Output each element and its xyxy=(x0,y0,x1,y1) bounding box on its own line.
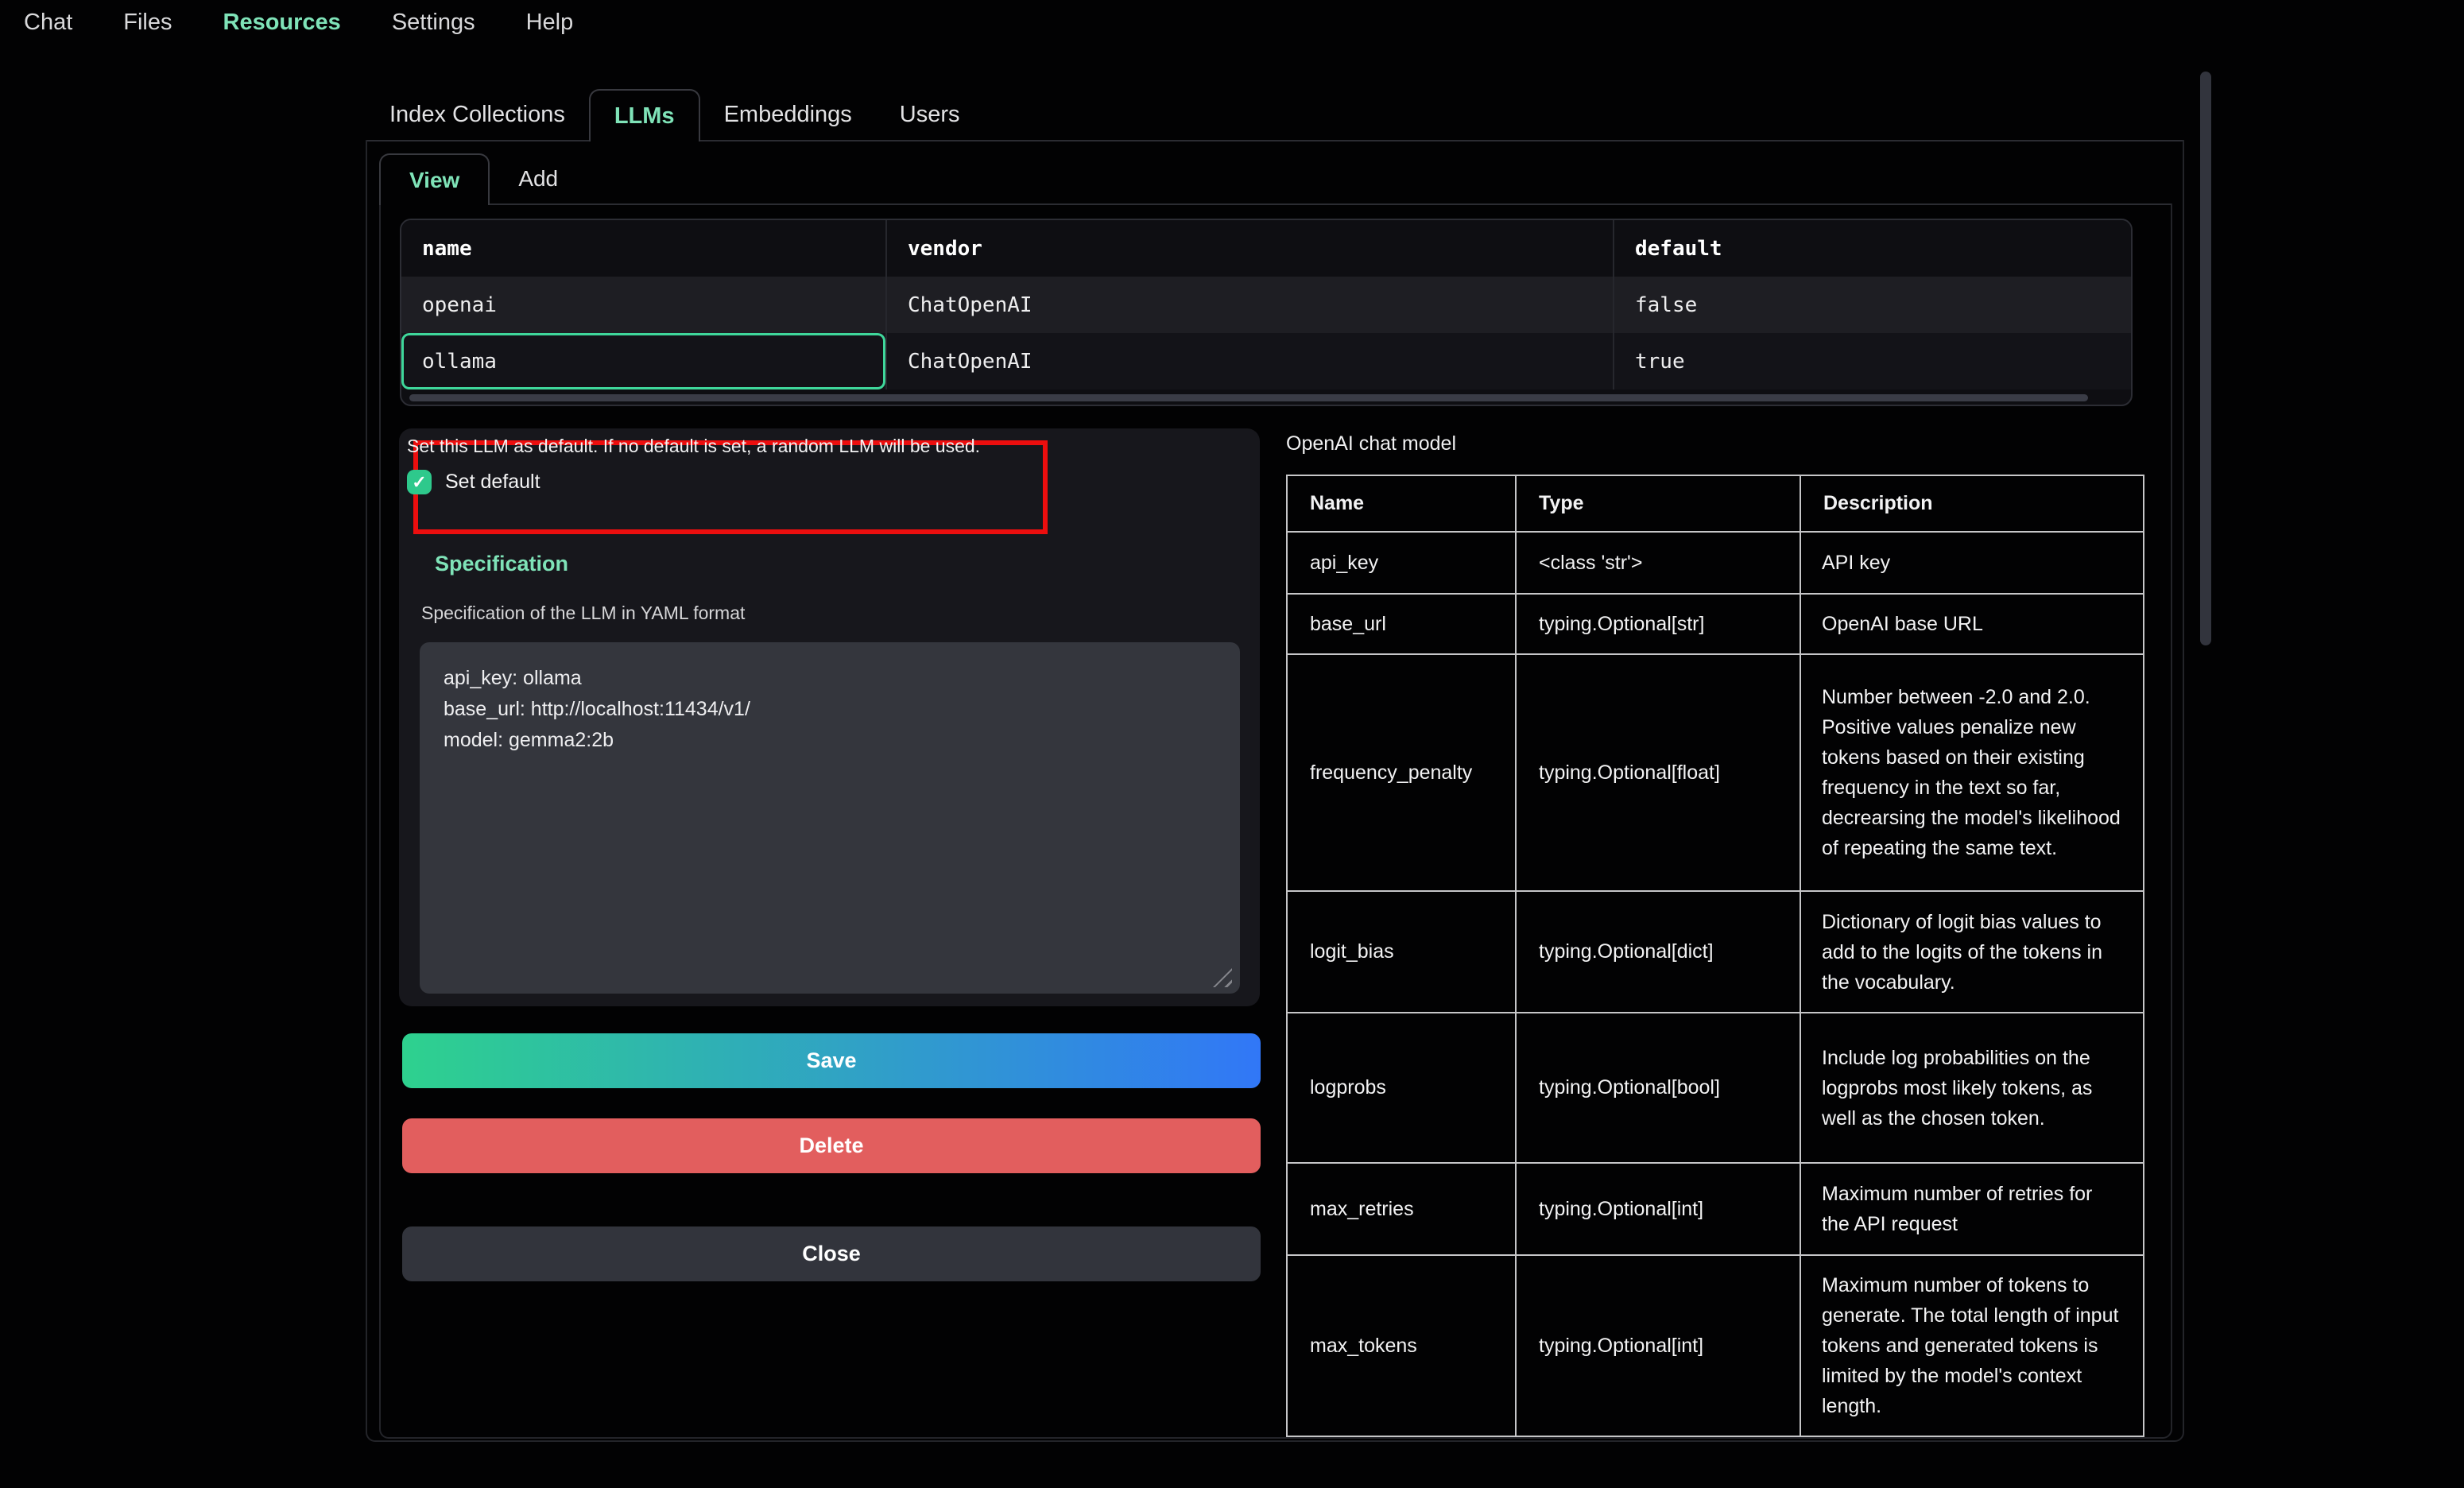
model-col-header-description: Description xyxy=(1800,475,2144,532)
set-default-hint: Set this LLM as default. If no default i… xyxy=(407,436,980,457)
param-description: OpenAI base URL xyxy=(1800,594,2144,654)
save-button[interactable]: Save xyxy=(402,1033,1261,1088)
view-tab-panel: name vendor default openai ChatOpenAI fa… xyxy=(379,203,2172,1439)
param-name xyxy=(1287,1436,1516,1439)
param-description: Number between -2.0 and 2.0. Positive va… xyxy=(1800,654,2144,891)
delete-button[interactable]: Delete xyxy=(402,1118,1261,1173)
param-type: typing.Optional[str] xyxy=(1516,594,1800,654)
param-name: logit_bias xyxy=(1287,891,1516,1013)
param-description: Include log probabilities on the logprob… xyxy=(1800,1013,2144,1163)
param-name: max_retries xyxy=(1287,1163,1516,1255)
table-row: api_key <class 'str'> API key xyxy=(1287,532,2144,594)
table-row: frequency_penalty typing.Optional[float]… xyxy=(1287,654,2144,891)
param-description: API key xyxy=(1800,532,2144,594)
specification-subtext: Specification of the LLM in YAML format xyxy=(421,603,745,624)
llm-col-header-default: default xyxy=(1613,220,2131,277)
llm-list-table: name vendor default openai ChatOpenAI fa… xyxy=(400,219,2133,406)
param-type: typing.Optional[float] xyxy=(1516,654,1800,891)
param-description: Dictionary of logit bias values to add t… xyxy=(1800,891,2144,1013)
tab-index-collections[interactable]: Index Collections xyxy=(366,89,589,140)
param-name: max_tokens xyxy=(1287,1255,1516,1436)
subtab-view[interactable]: View xyxy=(379,153,490,205)
llm-col-header-vendor: vendor xyxy=(885,220,1613,277)
checkmark-icon: ✓ xyxy=(412,472,426,493)
set-default-checkbox[interactable]: ✓ xyxy=(407,470,432,494)
yaml-spec-textarea[interactable]: api_key: ollama base_url: http://localho… xyxy=(420,642,1240,994)
param-type xyxy=(1516,1436,1800,1439)
llm-cell-name: openai xyxy=(401,277,885,333)
set-default-row: ✓ Set default xyxy=(407,470,540,494)
model-col-header-type: Type xyxy=(1516,475,1800,532)
model-table-header-row: Name Type Description xyxy=(1287,475,2144,532)
tab-llms[interactable]: LLMs xyxy=(589,89,700,141)
llm-detail-card: Set this LLM as default. If no default i… xyxy=(399,428,1260,1006)
model-info-title: OpenAI chat model xyxy=(1286,432,1456,455)
table-row: base_url typing.Optional[str] OpenAI bas… xyxy=(1287,594,2144,654)
table-row: max_retries typing.Optional[int] Maximum… xyxy=(1287,1163,2144,1255)
model-col-header-name: Name xyxy=(1287,475,1516,532)
model-info-table: Name Type Description api_key <class 'st… xyxy=(1286,475,2144,1439)
set-default-label[interactable]: Set default xyxy=(445,471,540,494)
table-row: logit_bias typing.Optional[dict] Diction… xyxy=(1287,891,2144,1013)
view-add-tabs: View Add xyxy=(379,153,2172,205)
param-name: logprobs xyxy=(1287,1013,1516,1163)
horizontal-scrollbar[interactable] xyxy=(409,394,2088,401)
llm-table-header-row: name vendor default xyxy=(401,220,2131,277)
subtab-add[interactable]: Add xyxy=(490,153,587,203)
nav-item-chat[interactable]: Chat xyxy=(24,10,72,36)
param-description xyxy=(1800,1436,2144,1439)
llm-cell-vendor: ChatOpenAI xyxy=(885,333,1613,389)
table-row-clipped xyxy=(1287,1436,2144,1439)
nav-item-settings[interactable]: Settings xyxy=(392,10,475,36)
close-button[interactable]: Close xyxy=(402,1226,1261,1281)
nav-item-resources[interactable]: Resources xyxy=(223,10,341,36)
nav-item-files[interactable]: Files xyxy=(123,10,172,36)
llm-row-ollama[interactable]: ollama ChatOpenAI true xyxy=(401,333,2131,389)
llm-cell-vendor: ChatOpenAI xyxy=(885,277,1613,333)
param-name: api_key xyxy=(1287,532,1516,594)
tab-embeddings[interactable]: Embeddings xyxy=(700,89,876,140)
llm-cell-name-selected: ollama xyxy=(401,333,885,389)
llm-col-header-name: name xyxy=(401,220,885,277)
param-type: typing.Optional[dict] xyxy=(1516,891,1800,1013)
specification-heading: Specification xyxy=(435,552,568,576)
app-root: Chat Files Resources Settings Help Index… xyxy=(0,0,2464,1488)
vertical-scrollbar[interactable] xyxy=(2200,72,2211,645)
table-row: max_tokens typing.Optional[int] Maximum … xyxy=(1287,1255,2144,1436)
param-name: base_url xyxy=(1287,594,1516,654)
param-description: Maximum number of retries for the API re… xyxy=(1800,1163,2144,1255)
llm-cell-default: true xyxy=(1613,333,2131,389)
nav-item-help[interactable]: Help xyxy=(526,10,574,36)
llm-row-openai[interactable]: openai ChatOpenAI false xyxy=(401,277,2131,333)
top-navigation: Chat Files Resources Settings Help xyxy=(24,10,573,36)
param-type: typing.Optional[int] xyxy=(1516,1255,1800,1436)
param-type: typing.Optional[int] xyxy=(1516,1163,1800,1255)
tab-users[interactable]: Users xyxy=(876,89,984,140)
param-description: Maximum number of tokens to generate. Th… xyxy=(1800,1255,2144,1436)
llm-cell-default: false xyxy=(1613,277,2131,333)
param-type: <class 'str'> xyxy=(1516,532,1800,594)
param-name: frequency_penalty xyxy=(1287,654,1516,891)
table-row: logprobs typing.Optional[bool] Include l… xyxy=(1287,1013,2144,1163)
resource-tabs: Index Collections LLMs Embeddings Users xyxy=(366,89,2184,141)
param-type: typing.Optional[bool] xyxy=(1516,1013,1800,1163)
